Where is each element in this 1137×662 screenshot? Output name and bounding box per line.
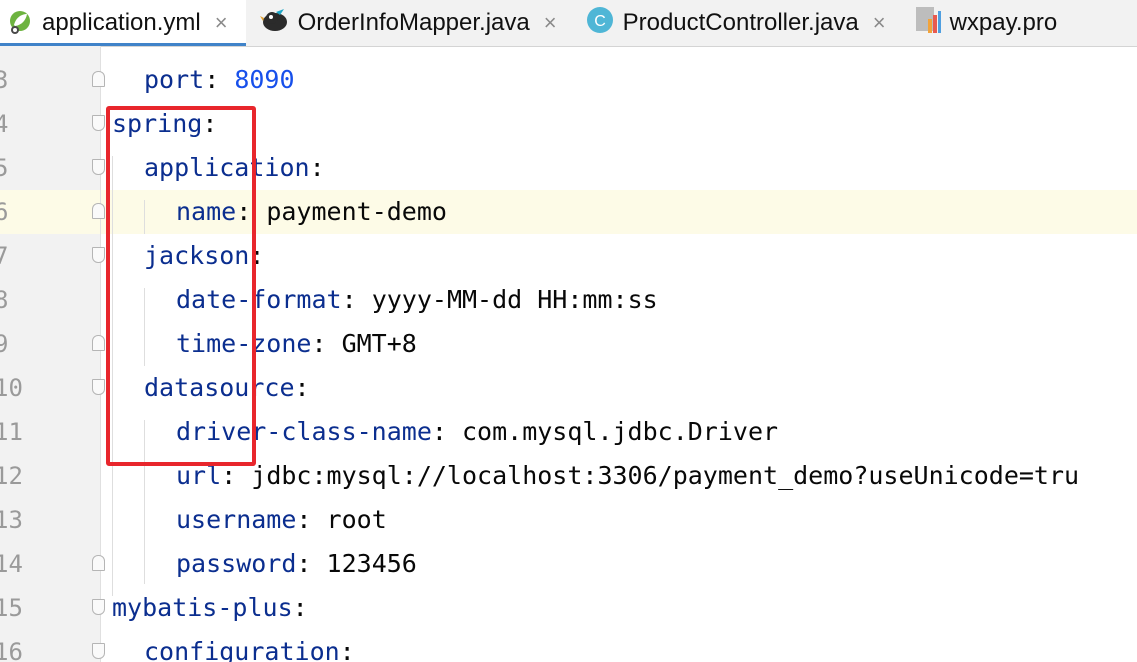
yaml-colon: : (292, 593, 308, 622)
yaml-colon: : (296, 549, 312, 578)
line-number: 3 (0, 66, 9, 94)
red-highlight-box (106, 106, 256, 466)
fold-end-marker[interactable] (92, 335, 105, 351)
svg-text:C: C (594, 13, 606, 30)
fold-end-marker[interactable] (92, 203, 105, 219)
fold-start-marker[interactable] (92, 115, 105, 131)
line-number: 5 (0, 154, 9, 182)
code-line: 13 username: root (0, 498, 1137, 542)
fold-end-marker[interactable] (92, 555, 105, 571)
close-icon[interactable]: × (215, 10, 228, 36)
fold-start-marker[interactable] (92, 159, 105, 175)
code-text: driver-class-name: com.mysql.jdbc.Driver (176, 410, 778, 454)
yaml-value: root (311, 505, 387, 534)
code-line: 14 password: 123456 (0, 542, 1137, 586)
tab-label: OrderInfoMapper.java (297, 9, 530, 36)
line-number: 10 (0, 374, 23, 402)
yaml-key: username (176, 505, 297, 534)
yaml-value: yyyy-MM-dd HH:mm:ss (356, 285, 658, 314)
code-line: 16 configuration: (0, 630, 1137, 662)
mybatis-bird-icon (259, 6, 290, 41)
tab-label: ProductController.java (622, 9, 859, 36)
yaml-colon: : (296, 505, 312, 534)
line-number: 13 (0, 506, 23, 534)
class-c-icon: C (585, 5, 615, 42)
line-number: 7 (0, 242, 9, 270)
yaml-value: 8090 (219, 65, 295, 94)
line-number: 6 (0, 198, 9, 226)
fold-start-marker[interactable] (92, 247, 105, 263)
code-text: configuration: (144, 630, 355, 662)
fold-start-marker[interactable] (92, 643, 105, 659)
fold-start-marker[interactable] (92, 599, 105, 615)
yaml-key: mybatis-plus (112, 593, 293, 622)
yaml-colon: : (341, 285, 357, 314)
tab-label: application.yml (42, 9, 201, 36)
line-number: 4 (0, 110, 9, 138)
code-line: 15 mybatis-plus: (0, 586, 1137, 630)
editor-tab-bar: application.yml × OrderInfoMapper.java ×… (0, 0, 1137, 47)
line-number: 12 (0, 462, 23, 490)
yaml-key: port (144, 65, 205, 94)
fold-start-marker[interactable] (92, 379, 105, 395)
yaml-colon: : (431, 417, 447, 446)
spring-leaf-icon (6, 6, 34, 41)
code-text: url: jdbc:mysql://localhost:3306/payment… (176, 454, 1079, 498)
yaml-key: password (176, 549, 297, 578)
yaml-value: 123456 (311, 549, 417, 578)
close-icon[interactable]: × (544, 10, 557, 36)
close-icon[interactable]: × (873, 10, 886, 36)
line-number: 16 (0, 638, 23, 662)
properties-file-icon (914, 5, 942, 42)
code-editor[interactable]: 3 port: 8090 4 spring: 5 application: 6 … (0, 46, 1137, 662)
yaml-value: com.mysql.jdbc.Driver (446, 417, 779, 446)
code-text: username: root (176, 498, 387, 542)
yaml-key: configuration (144, 637, 340, 662)
yaml-value: jdbc:mysql://localhost:3306/payment_demo… (236, 461, 1080, 490)
yaml-colon: : (311, 329, 327, 358)
code-line: 3 port: 8090 (0, 58, 1137, 102)
line-number: 8 (0, 286, 9, 314)
line-number: 15 (0, 594, 23, 622)
tab-wxpay-properties[interactable]: wxpay.pro (902, 0, 1058, 46)
yaml-value: payment-demo (251, 197, 447, 226)
yaml-colon: : (294, 373, 310, 402)
yaml-colon: : (309, 153, 325, 182)
tab-orderinfomapper-java[interactable]: OrderInfoMapper.java × (246, 0, 573, 46)
yaml-colon: : (204, 65, 220, 94)
line-number: 9 (0, 330, 9, 358)
tab-application-yml[interactable]: application.yml × (0, 0, 246, 46)
code-text: port: 8090 (144, 58, 295, 102)
line-number: 14 (0, 550, 23, 578)
code-text: password: 123456 (176, 542, 417, 586)
yaml-colon: : (339, 637, 355, 662)
yaml-value: GMT+8 (326, 329, 417, 358)
fold-end-marker[interactable] (92, 71, 105, 87)
tab-productcontroller-java[interactable]: C ProductController.java × (573, 0, 902, 46)
line-number: 11 (0, 418, 23, 446)
tab-label: wxpay.pro (949, 9, 1058, 36)
code-text: mybatis-plus: (112, 586, 308, 630)
